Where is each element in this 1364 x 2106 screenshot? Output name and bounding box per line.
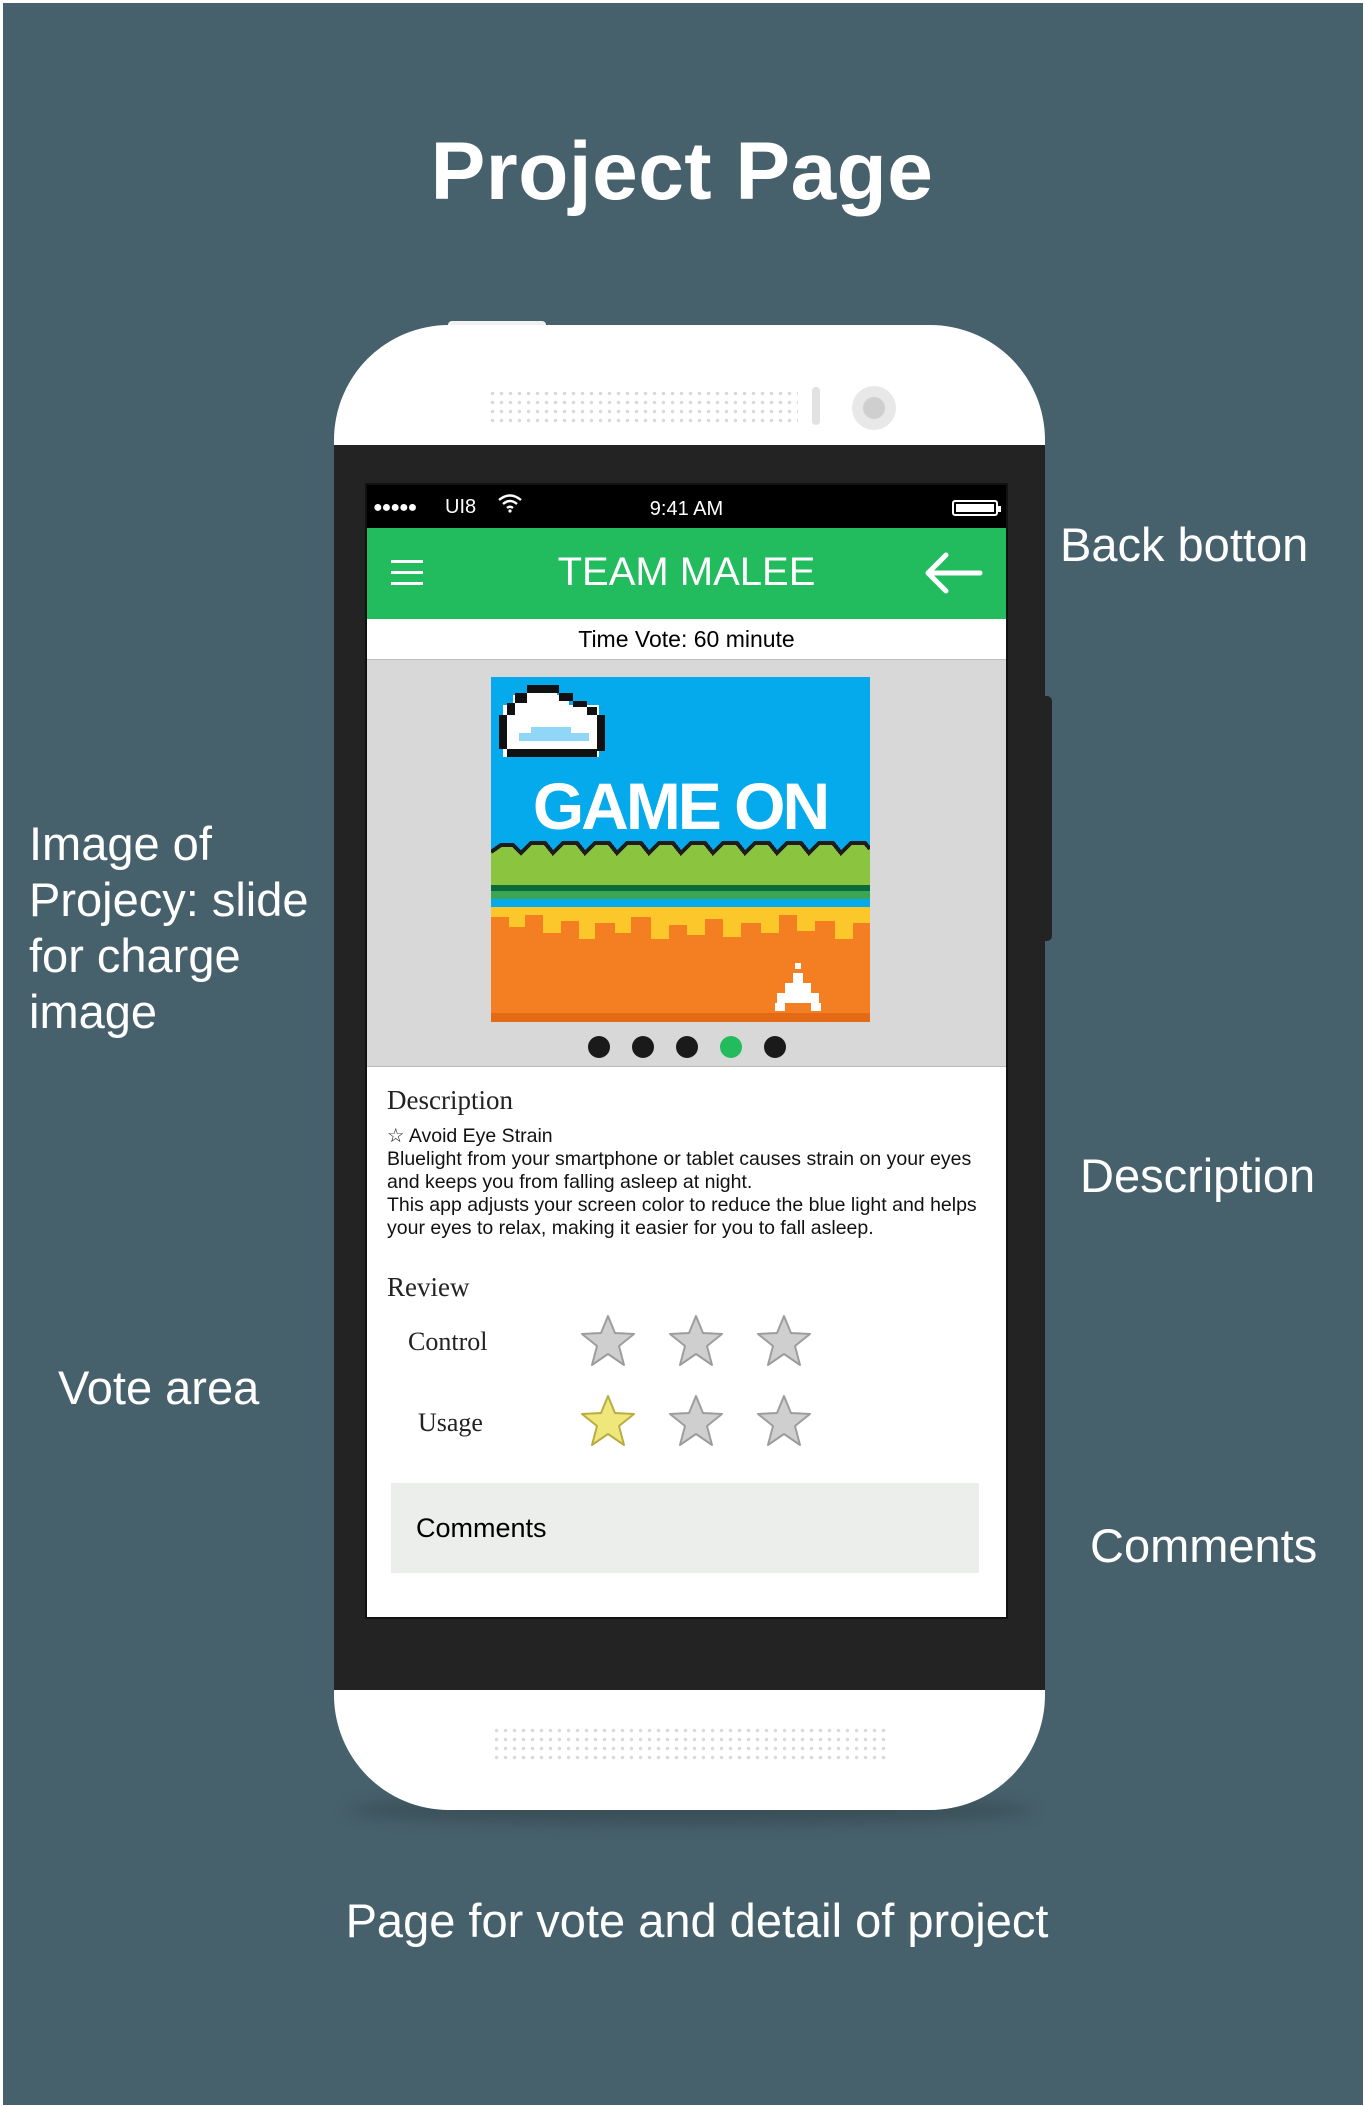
annotation-description: Description: [1080, 1149, 1316, 1202]
description-line: Bluelight from your smartphone or tablet…: [387, 1148, 972, 1170]
front-camera-icon: [852, 386, 896, 430]
annotation-comments: Comments: [1090, 1519, 1318, 1572]
app-bar: TEAM MALEE: [367, 528, 1006, 619]
description-title: Description: [387, 1085, 513, 1115]
description-line: This app adjusts your screen color to re…: [387, 1194, 977, 1216]
slide-indicator: [367, 1036, 1006, 1063]
annotation-image-line: Projecy: slide: [29, 873, 309, 926]
battery-icon: [952, 500, 1001, 516]
bottom-speaker-grille: [492, 1726, 888, 1762]
annotation-image-line: for charge: [29, 929, 241, 982]
star-empty-icon[interactable]: [667, 1393, 725, 1448]
star-filled-icon[interactable]: [579, 1393, 637, 1448]
slide-dot[interactable]: [587, 1036, 610, 1058]
canvas: Project Page Back botton Image of Projec…: [0, 0, 1364, 2106]
app-title: TEAM MALEE: [557, 550, 816, 594]
star-empty-icon[interactable]: [667, 1313, 725, 1368]
description-line: and keeps you from falling asleep at nig…: [387, 1171, 753, 1193]
back-arrow-icon[interactable]: [922, 550, 984, 596]
slide-dot-active[interactable]: [719, 1036, 742, 1058]
game-on-text: GAME ON: [533, 769, 827, 843]
star-empty-icon[interactable]: [755, 1313, 813, 1368]
page-title: Project Page: [430, 126, 934, 217]
status-bar: ●●●●● UI8 9:41 AM: [367, 485, 1006, 528]
description-line: ☆ Avoid Eye Strain: [387, 1125, 553, 1147]
project-image-gallery[interactable]: GAME ON: [367, 660, 1006, 1067]
status-time: 9:41 AM: [649, 498, 724, 520]
time-vote-label: Time Vote: 60 minute: [367, 619, 1006, 660]
star-empty-icon[interactable]: [579, 1313, 637, 1368]
description-body: ☆ Avoid Eye Strain Bluelight from your s…: [387, 1125, 997, 1240]
top-speaker-grille: [488, 389, 798, 425]
review-label-control: Control: [408, 1327, 488, 1356]
annotation-back-button: Back botton: [1060, 518, 1309, 571]
annotation-image-line: image: [29, 985, 158, 1038]
description-line: your eyes to relax, making it easier for…: [387, 1217, 874, 1239]
annotation-image-line: Image of: [29, 817, 212, 870]
page-caption: Page for vote and detail of project: [345, 1894, 1049, 1947]
slide-dot[interactable]: [631, 1036, 654, 1058]
phone-screen: ●●●●● UI8 9:41 AM TEAM MALEE Time Vote: …: [365, 483, 1008, 1619]
proximity-sensor: [812, 387, 820, 425]
comments-button[interactable]: Comments: [391, 1483, 979, 1573]
slide-dot[interactable]: [763, 1036, 786, 1058]
review-title: Review: [387, 1272, 470, 1302]
annotation-vote-area: Vote area: [58, 1361, 260, 1414]
project-image[interactable]: GAME ON: [491, 677, 870, 1022]
slide-dot[interactable]: [675, 1036, 698, 1058]
star-empty-icon[interactable]: [755, 1393, 813, 1448]
review-label-usage: Usage: [418, 1408, 483, 1437]
annotation-image-area: Image of Projecy: slide for charge image: [29, 816, 309, 1040]
